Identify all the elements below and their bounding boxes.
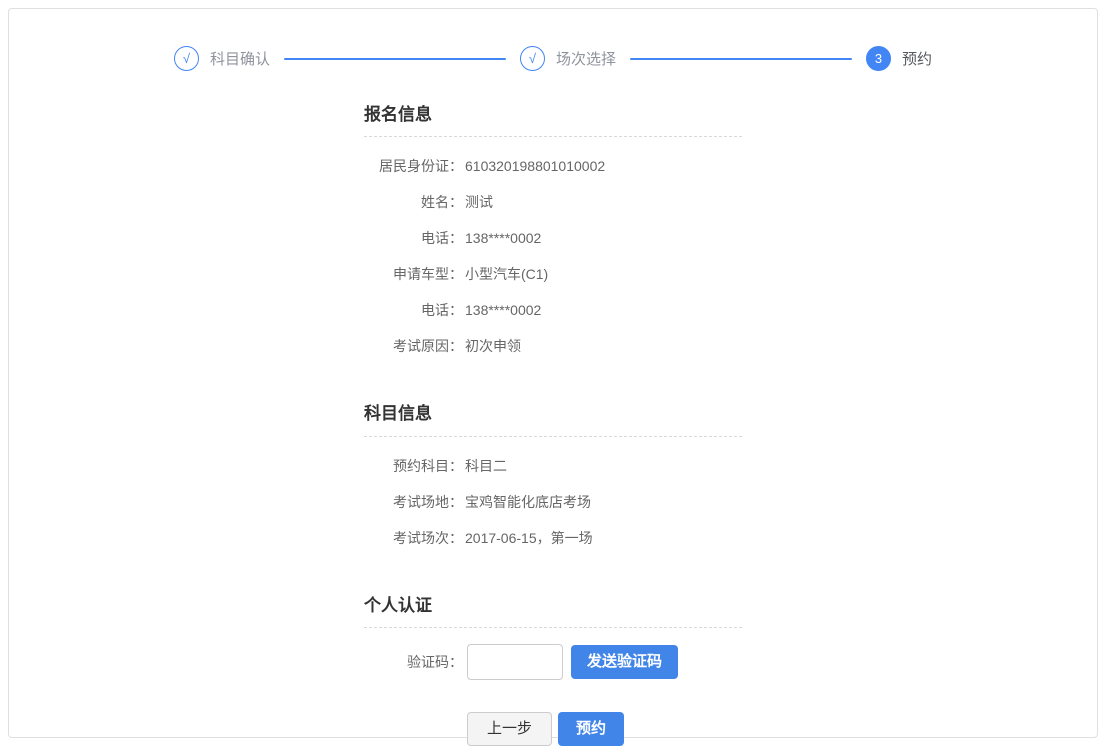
- row-label: 预约科目：: [364, 456, 463, 476]
- section-personal-auth: 个人认证 验证码： 发送验证码: [364, 596, 742, 685]
- info-row-vehicle-type: 申请车型： 小型汽车(C1): [364, 256, 742, 292]
- dashed-divider: [364, 436, 742, 437]
- step-subject-confirm: √ 科目确认: [174, 46, 270, 71]
- row-label: 姓名：: [364, 192, 463, 212]
- row-label: 居民身份证：: [364, 156, 463, 176]
- step-check-icon: √: [520, 46, 545, 71]
- info-row-phone-2: 电话： 138****0002: [364, 292, 742, 328]
- row-value: 2017-06-15，第一场: [465, 528, 593, 548]
- info-row-exam-session: 考试场次： 2017-06-15，第一场: [364, 520, 742, 556]
- stepper-connector: [284, 58, 506, 60]
- info-row-booked-subject: 预约科目： 科目二: [364, 448, 742, 484]
- info-row-phone: 电话： 138****0002: [364, 220, 742, 256]
- section-title: 科目信息: [364, 404, 742, 424]
- prev-step-button[interactable]: 上一步: [467, 712, 552, 746]
- send-code-button[interactable]: 发送验证码: [571, 645, 678, 679]
- step-label-subject-confirm: 科目确认: [210, 48, 270, 69]
- step-check-icon: √: [174, 46, 199, 71]
- row-label: 考试场地：: [364, 492, 463, 512]
- row-label: 电话：: [364, 300, 463, 320]
- row-value: 科目二: [465, 456, 507, 476]
- section-registration-info: 报名信息 居民身份证： 610320198801010002 姓名： 测试 电话…: [364, 105, 742, 364]
- row-label: 考试原因：: [364, 336, 463, 356]
- section-title: 报名信息: [364, 105, 742, 125]
- row-value: 小型汽车(C1): [465, 264, 548, 284]
- row-value: 宝鸡智能化底店考场: [465, 492, 591, 512]
- stepper-connector: [630, 58, 852, 60]
- section-subject-info: 科目信息 预约科目： 科目二 考试场地： 宝鸡智能化底店考场 考试场次： 201…: [364, 404, 742, 555]
- row-value: 138****0002: [465, 230, 541, 246]
- step-label-booking: 预约: [902, 48, 932, 69]
- step-booking: 3 预约: [866, 46, 932, 71]
- dashed-divider: [364, 136, 742, 137]
- step-number-badge: 3: [866, 46, 891, 71]
- stepper: √ 科目确认 √ 场次选择 3 预约: [174, 9, 932, 71]
- form-content: 报名信息 居民身份证： 610320198801010002 姓名： 测试 电话…: [364, 105, 742, 746]
- row-label: 考试场次：: [364, 528, 463, 548]
- row-label: 电话：: [364, 228, 463, 248]
- wizard-actions: 上一步 预约: [364, 712, 742, 746]
- row-value: 测试: [465, 192, 493, 212]
- captcha-input[interactable]: [467, 644, 563, 680]
- dashed-divider: [364, 627, 742, 628]
- captcha-label: 验证码：: [364, 652, 463, 672]
- info-row-exam-reason: 考试原因： 初次申领: [364, 328, 742, 364]
- step-session-select: √ 场次选择: [520, 46, 616, 71]
- info-row-name: 姓名： 测试: [364, 184, 742, 220]
- step-label-session-select: 场次选择: [556, 48, 616, 69]
- booking-wizard-card: √ 科目确认 √ 场次选择 3 预约 报名信息 居民身份证： 610320198…: [8, 8, 1098, 738]
- info-row-exam-site: 考试场地： 宝鸡智能化底店考场: [364, 484, 742, 520]
- row-value: 初次申领: [465, 336, 521, 356]
- submit-booking-button[interactable]: 预约: [558, 712, 624, 746]
- row-value: 610320198801010002: [465, 158, 605, 174]
- captcha-row: 验证码： 发送验证码: [364, 639, 742, 685]
- section-title: 个人认证: [364, 596, 742, 616]
- info-row-id-number: 居民身份证： 610320198801010002: [364, 148, 742, 184]
- row-value: 138****0002: [465, 302, 541, 318]
- row-label: 申请车型：: [364, 264, 463, 284]
